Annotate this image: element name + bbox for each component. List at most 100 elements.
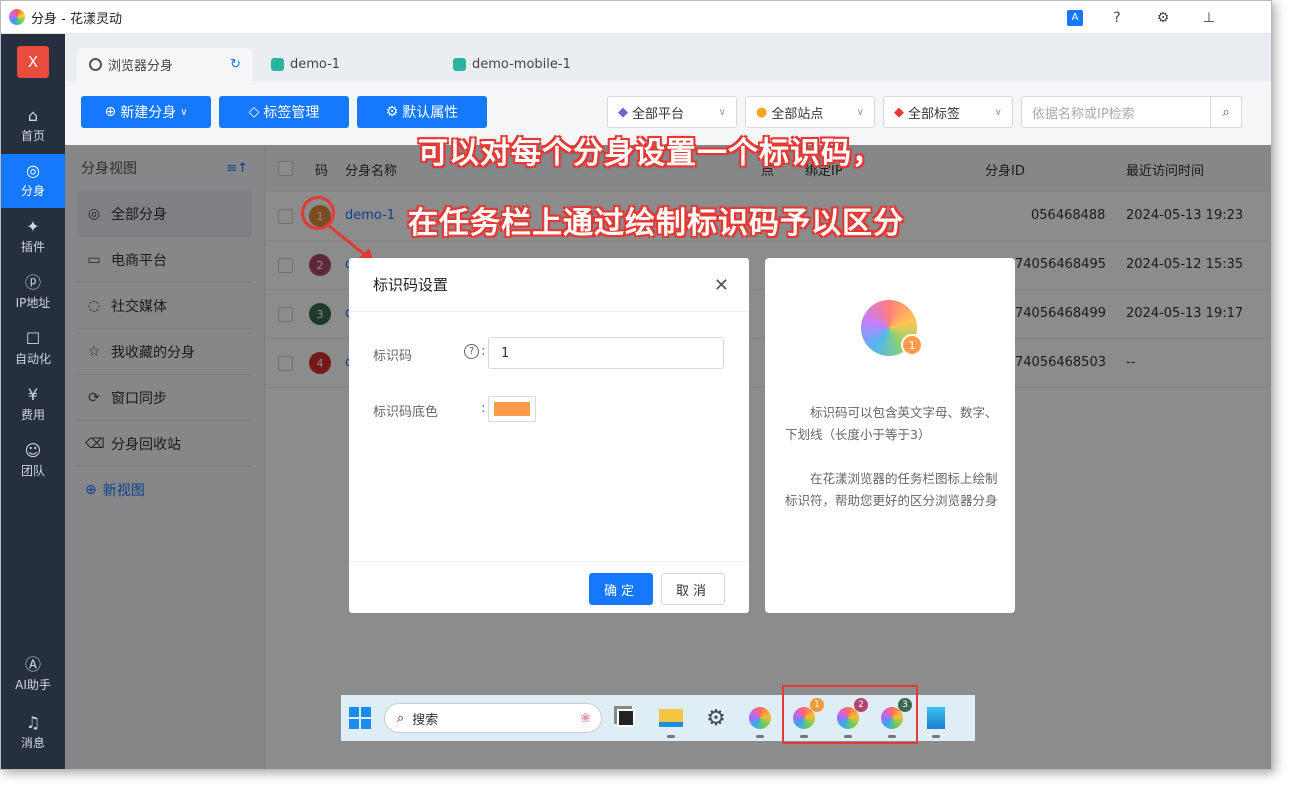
chevron-down-icon: ∨ bbox=[718, 106, 726, 118]
nav-team[interactable]: ☺ 团队 bbox=[1, 434, 65, 488]
plus-icon: ⊕ bbox=[104, 104, 117, 120]
dialog-footer: 确定 取消 bbox=[349, 561, 749, 613]
chevron-down-icon: ∨ bbox=[856, 106, 864, 118]
color-swatch bbox=[494, 402, 530, 416]
nav-plugins[interactable]: ✦ 插件 bbox=[1, 210, 65, 264]
settings-app-icon[interactable]: ⚙ bbox=[702, 704, 730, 732]
nav-label: 费用 bbox=[20, 408, 45, 422]
close-icon[interactable]: ✕ bbox=[714, 275, 729, 296]
nav-label: AI助手 bbox=[15, 678, 51, 692]
select-label: 全部站点 bbox=[771, 106, 824, 122]
nav-home[interactable]: ⌂ 首页 bbox=[1, 99, 65, 153]
nav-label: 消息 bbox=[20, 736, 45, 750]
tab-browsers[interactable]: 浏览器分身 ↻ bbox=[77, 48, 253, 81]
button-label: 默认属性 bbox=[402, 105, 459, 121]
layers-icon: ◆ bbox=[618, 104, 628, 120]
taskbar-highlight-box bbox=[782, 685, 918, 744]
nav-billing[interactable]: ¥ 费用 bbox=[1, 378, 65, 432]
taskbar-search[interactable]: ⌕ 搜索 ❀ bbox=[384, 703, 602, 733]
robot-icon: ☐ bbox=[25, 329, 41, 348]
profile-icon bbox=[453, 58, 466, 71]
code-badge: 1 bbox=[901, 334, 923, 356]
title-bar: 分身 - 花漾灵动 A ? ⚙ ⊥ bbox=[1, 1, 1271, 34]
gear-icon: ⚙ bbox=[385, 104, 399, 120]
ai-icon: Ⓐ bbox=[24, 655, 41, 674]
info-panel: 1 标识码可以包含英文字母、数字、下划线（长度小于等于3） 在花漾浏览器的任务栏… bbox=[765, 258, 1015, 613]
select-label: 全部平台 bbox=[632, 106, 685, 122]
translate-icon[interactable]: A bbox=[1067, 9, 1083, 26]
pin-icon[interactable]: ⊥ bbox=[1197, 6, 1221, 30]
color-picker[interactable] bbox=[488, 396, 536, 422]
windows-start-icon[interactable] bbox=[346, 704, 374, 732]
tab-label: demo-1 bbox=[290, 57, 341, 72]
tab-label: 浏览器分身 bbox=[108, 59, 174, 74]
info-text-1: 标识码可以包含英文字母、数字、下划线（长度小于等于3） bbox=[785, 405, 998, 442]
tag-manage-button[interactable]: ◇ 标签管理 bbox=[219, 96, 349, 128]
color-label: 标识码底色 bbox=[373, 405, 439, 420]
browser-icon: ◎ bbox=[26, 161, 40, 180]
chevron-down-icon: ∨ bbox=[180, 106, 188, 118]
nav-ip[interactable]: ⓟ IP地址 bbox=[1, 266, 65, 320]
nav-label: 插件 bbox=[20, 240, 45, 254]
nav-label: 团队 bbox=[20, 464, 45, 478]
info-text-2: 在花漾浏览器的任务栏图标上绘制标识符，帮助您更好的区分浏览器分身 bbox=[785, 471, 998, 508]
left-nav: X ⌂ 首页 ◎ 分身 ✦ 插件 ⓟ IP地址 ☐ 自动化 ¥ 费用 ☺ 团队 Ⓐ AI助手 ♫… bbox=[1, 34, 65, 769]
window-title: 分身 - 花漾灵动 bbox=[31, 11, 122, 27]
nav-label: 首页 bbox=[20, 129, 45, 143]
nav-messages[interactable]: ♫ 消息 bbox=[1, 706, 65, 760]
colon-separator: : bbox=[481, 401, 486, 416]
tab-demo-mobile-1[interactable]: demo-mobile-1 bbox=[453, 48, 571, 81]
flower-browser-icon[interactable] bbox=[746, 704, 774, 738]
code-label: 标识码 bbox=[373, 349, 413, 364]
nav-ai[interactable]: Ⓐ AI助手 bbox=[1, 648, 65, 702]
title-bar-icons: A ? ⚙ ⊥ bbox=[1067, 1, 1221, 34]
colon-separator: : bbox=[481, 344, 486, 359]
tag-icon: ◇ bbox=[248, 104, 260, 120]
help-icon[interactable]: ? bbox=[464, 344, 479, 359]
code-input[interactable]: 1 bbox=[488, 337, 724, 369]
code-settings-dialog: 标识码设置 ✕ 标识码 ? : 1 标识码底色 : 确定 取消 bbox=[349, 258, 749, 613]
default-props-button[interactable]: ⚙ 默认属性 bbox=[357, 96, 487, 128]
cancel-button[interactable]: 取消 bbox=[661, 573, 725, 605]
tab-demo-1[interactable]: demo-1 bbox=[271, 48, 340, 81]
tab-label: demo-mobile-1 bbox=[472, 57, 571, 72]
chrome-icon bbox=[89, 58, 102, 71]
app-logo-icon bbox=[9, 9, 25, 25]
site-select[interactable]: ● 全部站点 ∨ bbox=[745, 96, 875, 128]
button-label: 标签管理 bbox=[263, 105, 320, 121]
app-logo-icon: 1 bbox=[861, 300, 923, 360]
location-icon: ● bbox=[756, 104, 768, 120]
search-label: 搜索 bbox=[412, 712, 439, 728]
annotation-line-2: 在任务栏上通过绘制标识码予以区分 bbox=[408, 206, 904, 241]
nav-label: 自动化 bbox=[14, 352, 51, 366]
home-icon: ⌂ bbox=[27, 106, 39, 125]
tab-bar: 浏览器分身 ↻ demo-1 demo-mobile-1 bbox=[65, 34, 1271, 81]
ok-button[interactable]: 确定 bbox=[589, 573, 653, 605]
task-view-icon[interactable] bbox=[612, 704, 640, 732]
nav-label: 分身 bbox=[20, 184, 45, 198]
search-input[interactable]: 依据名称或IP检索 bbox=[1021, 96, 1211, 128]
bell-icon: ♫ bbox=[25, 713, 41, 732]
team-icon: ☺ bbox=[24, 441, 42, 460]
building-app-icon[interactable] bbox=[922, 704, 950, 738]
select-label: 全部标签 bbox=[908, 106, 961, 122]
file-explorer-icon[interactable] bbox=[657, 704, 685, 738]
search-icon[interactable]: ⌕ bbox=[1210, 96, 1242, 128]
tag-select[interactable]: ◆ 全部标签 ∨ bbox=[883, 96, 1013, 128]
refresh-icon[interactable]: ↻ bbox=[230, 57, 241, 72]
nav-label: IP地址 bbox=[15, 296, 51, 310]
lotus-icon: ❀ bbox=[580, 710, 591, 726]
plugin-icon: ✦ bbox=[26, 217, 40, 236]
new-profile-button[interactable]: ⊕ 新建分身 ∨ bbox=[81, 96, 211, 128]
help-icon[interactable]: ? bbox=[1105, 6, 1129, 30]
nav-browsers[interactable]: ◎ 分身 bbox=[1, 154, 65, 208]
chevron-down-icon: ∨ bbox=[994, 106, 1002, 118]
nav-automation[interactable]: ☐ 自动化 bbox=[1, 322, 65, 376]
ip-icon: ⓟ bbox=[24, 273, 41, 292]
profile-icon bbox=[271, 58, 284, 71]
search-icon: ⌕ bbox=[397, 710, 405, 726]
annotation-line-1: 可以对每个分身设置一个标识码， bbox=[418, 136, 883, 171]
platform-select[interactable]: ◆ 全部平台 ∨ bbox=[607, 96, 737, 128]
settings-icon[interactable]: ⚙ bbox=[1151, 6, 1175, 30]
close-app-button[interactable]: X bbox=[17, 46, 49, 78]
